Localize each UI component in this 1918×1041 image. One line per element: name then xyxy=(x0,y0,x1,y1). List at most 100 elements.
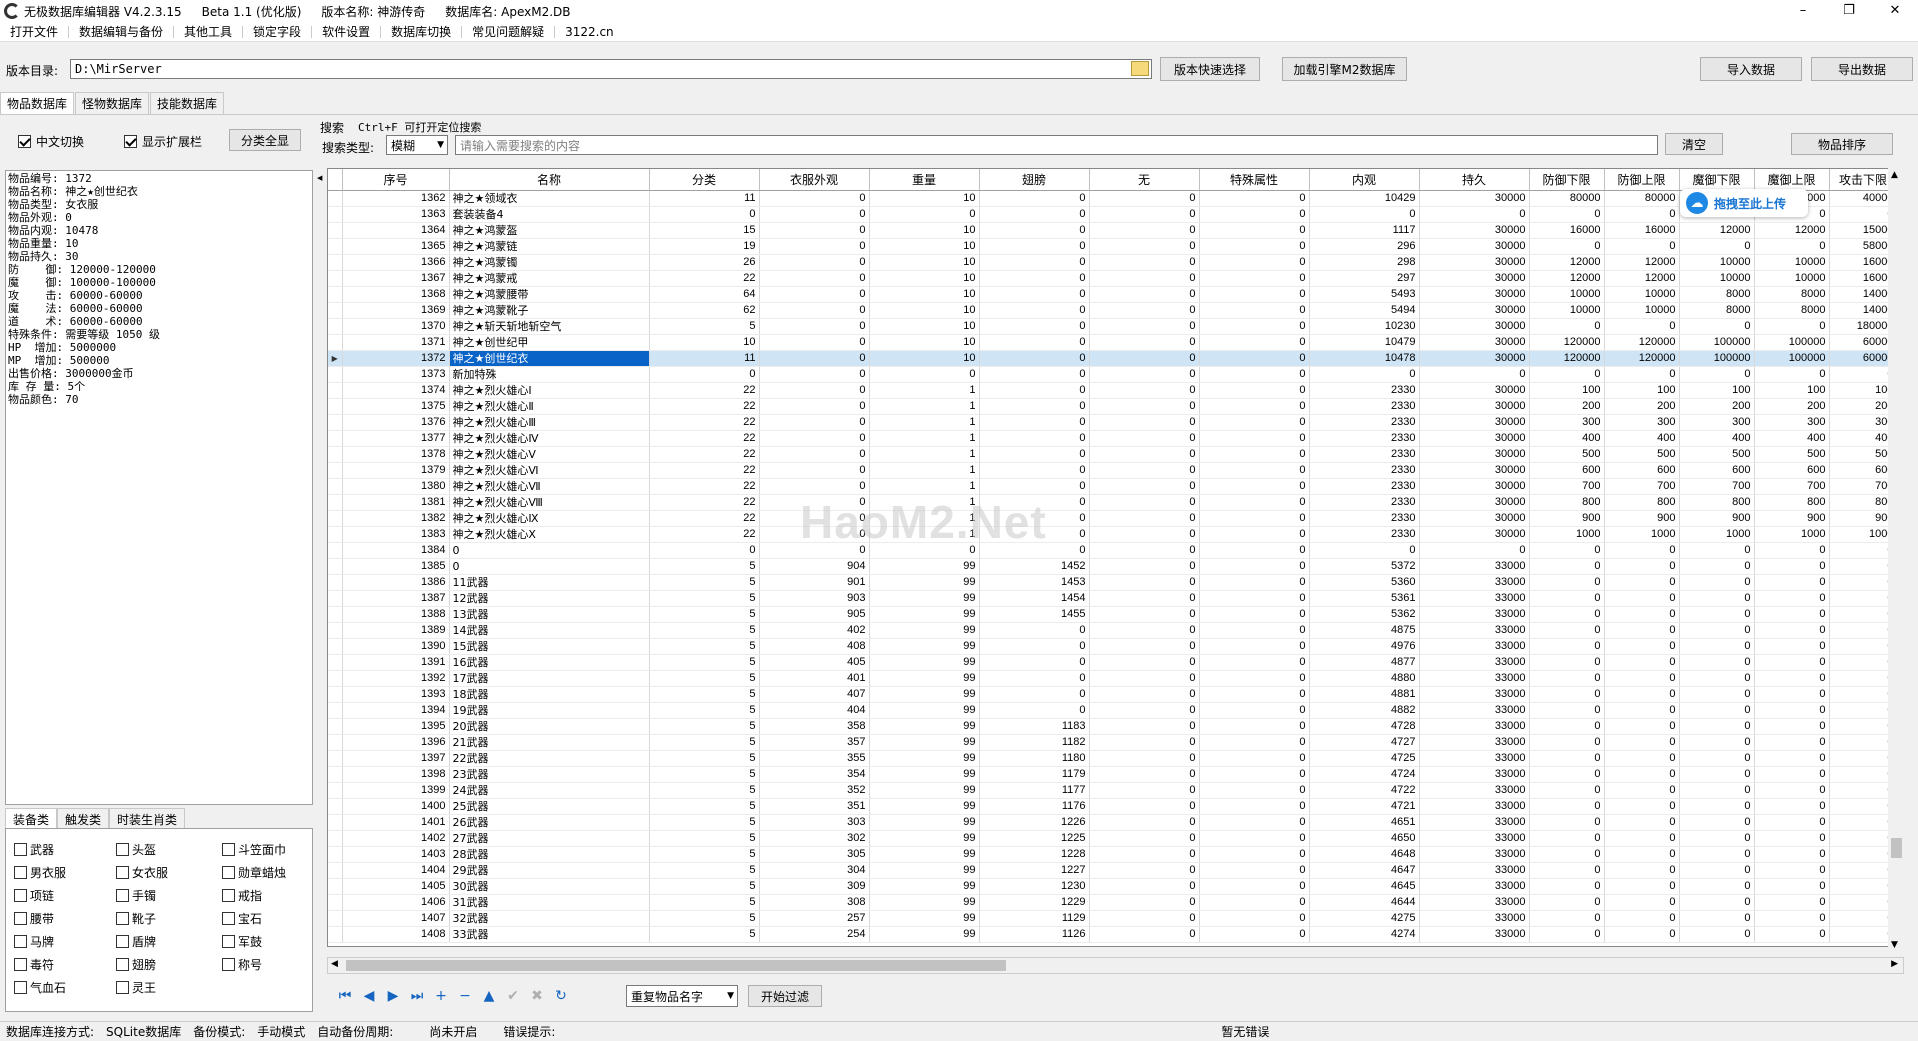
table-cell[interactable]: 33000 xyxy=(1419,766,1530,783)
table-cell[interactable]: 1399 xyxy=(342,782,450,799)
table-cell[interactable]: 0 xyxy=(1754,750,1830,767)
table-cell[interactable]: 1 xyxy=(869,414,980,431)
table-cell[interactable]: 18武器 xyxy=(449,686,650,703)
table-cell[interactable]: 5 xyxy=(649,622,760,639)
table-cell[interactable]: 0 xyxy=(979,398,1090,415)
table-cell[interactable]: 0 xyxy=(1754,814,1830,831)
table-cell[interactable]: 0 xyxy=(1199,510,1310,527)
table-cell[interactable]: 99 xyxy=(869,622,980,639)
table-cell[interactable]: 700 xyxy=(1829,478,1898,495)
table-cell[interactable]: 0 xyxy=(1089,926,1200,943)
table-cell[interactable]: 99 xyxy=(869,894,980,911)
table-cell[interactable]: 0 xyxy=(1679,590,1755,607)
table-cell[interactable]: 200 xyxy=(1529,398,1605,415)
table-cell[interactable]: 5 xyxy=(649,638,760,655)
table-cell[interactable]: 0 xyxy=(1604,910,1680,927)
table-cell[interactable]: 14武器 xyxy=(449,622,650,639)
table-cell[interactable]: 0 xyxy=(1754,654,1830,671)
table-cell[interactable]: 0 xyxy=(759,302,870,319)
table-cell[interactable]: 12000 xyxy=(1604,270,1680,287)
table-cell[interactable]: 30000 xyxy=(1419,462,1530,479)
table-cell[interactable]: 5 xyxy=(649,926,760,943)
table-cell[interactable]: 2330 xyxy=(1309,526,1420,543)
table-cell[interactable]: 12000 xyxy=(1679,222,1755,239)
check-icon[interactable]: ✔ xyxy=(502,986,524,1006)
table-cell[interactable]: 1229 xyxy=(979,894,1090,911)
table-cell[interactable]: 0 xyxy=(1754,862,1830,879)
table-cell[interactable]: 11武器 xyxy=(449,574,650,591)
table-cell[interactable]: 257 xyxy=(759,910,870,927)
table-cell[interactable]: 0 xyxy=(1199,382,1310,399)
table-cell[interactable]: 0 xyxy=(1829,702,1898,719)
table-cell[interactable]: 29武器 xyxy=(449,862,650,879)
table-cell[interactable]: 4650 xyxy=(1309,830,1420,847)
table-cell[interactable]: 5 xyxy=(649,702,760,719)
table-cell[interactable]: 10429 xyxy=(1309,190,1420,207)
table-row[interactable]: 1374 神之★烈火雄心Ⅰ 22 0 1 0 0 0 2330 30000 100 100 100 100… xyxy=(328,382,1898,399)
table-cell[interactable]: 33000 xyxy=(1419,558,1530,575)
table-cell[interactable]: 120000 xyxy=(1529,350,1605,367)
table-cell[interactable]: 22 xyxy=(649,526,760,543)
table-cell[interactable]: 0 xyxy=(1199,334,1310,351)
table-cell[interactable]: 神之★烈火雄心Ⅳ xyxy=(449,430,650,447)
table-cell[interactable]: 1371 xyxy=(342,334,450,351)
table-cell[interactable]: 351 xyxy=(759,798,870,815)
table-cell[interactable]: 0 xyxy=(1604,542,1680,559)
scroll-right-icon[interactable]: ▶ xyxy=(1891,959,1898,969)
table-cell[interactable]: 0 xyxy=(759,318,870,335)
table-cell[interactable]: 900 xyxy=(1604,510,1680,527)
table-row[interactable]: 1371 神之★创世纪甲 10 0 10 0 0 0 10479 30000 120000 12000… xyxy=(328,334,1898,351)
table-cell[interactable]: 5 xyxy=(649,894,760,911)
table-cell[interactable]: 10000 xyxy=(1604,286,1680,303)
row-indicator[interactable] xyxy=(328,862,343,879)
row-indicator[interactable] xyxy=(328,382,343,399)
table-cell[interactable]: 0 xyxy=(1089,494,1200,511)
table-cell[interactable]: 100 xyxy=(1604,382,1680,399)
table-cell[interactable]: 0 xyxy=(1754,606,1830,623)
table-cell[interactable]: 0 xyxy=(1089,382,1200,399)
table-cell[interactable]: 0 xyxy=(1089,398,1200,415)
table-cell[interactable]: 24武器 xyxy=(449,782,650,799)
table-cell[interactable]: 0 xyxy=(1089,814,1200,831)
table-cell[interactable]: 30000 xyxy=(1419,414,1530,431)
table-cell[interactable]: 0 xyxy=(1829,830,1898,847)
table-cell[interactable]: 0 xyxy=(1829,542,1898,559)
table-cell[interactable]: 1375 xyxy=(342,398,450,415)
category-checkbox[interactable]: 气血石 xyxy=(14,979,66,996)
table-cell[interactable]: 4274 xyxy=(1309,926,1420,943)
table-cell[interactable]: 0 xyxy=(1679,318,1755,335)
table-cell[interactable]: 0 xyxy=(1529,238,1605,255)
category-checkbox[interactable]: 腰带 xyxy=(14,910,54,927)
table-cell[interactable]: 1377 xyxy=(342,430,450,447)
table-cell[interactable]: 200 xyxy=(1754,398,1830,415)
table-cell[interactable]: 900 xyxy=(1679,510,1755,527)
table-row[interactable]: 140429武器53049912270046473300000000 xyxy=(328,862,1898,879)
category-checkbox[interactable]: 翅膀 xyxy=(116,956,156,973)
table-cell[interactable]: 0 xyxy=(1754,638,1830,655)
table-cell[interactable]: 神之★鸿蒙腰带 xyxy=(449,286,650,303)
table-cell[interactable]: 0 xyxy=(1089,270,1200,287)
table-cell[interactable]: 10230 xyxy=(1309,318,1420,335)
table-cell[interactable]: 0 xyxy=(759,430,870,447)
table-cell[interactable]: 400 xyxy=(1529,430,1605,447)
path-input[interactable]: D:\MirServer xyxy=(70,59,1152,79)
table-cell[interactable]: 296 xyxy=(1309,238,1420,255)
table-row[interactable]: 139217武器54019900048803300000000 xyxy=(328,670,1898,687)
table-cell[interactable]: 0 xyxy=(1199,846,1310,863)
table-cell[interactable]: 500 xyxy=(1529,446,1605,463)
refresh-icon[interactable]: ↻ xyxy=(550,986,572,1006)
table-cell[interactable]: 99 xyxy=(869,862,980,879)
table-cell[interactable]: 33000 xyxy=(1419,718,1530,735)
table-cell[interactable]: 0 xyxy=(1529,366,1605,383)
table-cell[interactable]: 303 xyxy=(759,814,870,831)
table-cell[interactable]: 0 xyxy=(1199,782,1310,799)
table-cell[interactable]: 0 xyxy=(1754,926,1830,943)
table-cell[interactable]: 33000 xyxy=(1419,894,1530,911)
table-cell[interactable]: 神之★鸿蒙靴子 xyxy=(449,302,650,319)
table-cell[interactable]: 0 xyxy=(1089,766,1200,783)
table-cell[interactable]: 0 xyxy=(1089,622,1200,639)
table-cell[interactable]: 0 xyxy=(1199,574,1310,591)
column-header[interactable]: 分类 xyxy=(649,169,760,191)
table-cell[interactable]: 0 xyxy=(1679,670,1755,687)
table-cell[interactable]: 1406 xyxy=(342,894,450,911)
